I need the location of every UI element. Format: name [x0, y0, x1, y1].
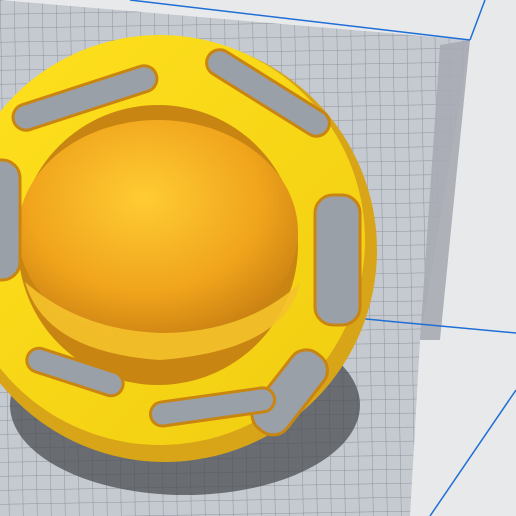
slot-7 [0, 158, 22, 282]
slot-3 [313, 193, 362, 327]
build-plate-scene[interactable] [0, 0, 516, 516]
3d-viewport[interactable] [0, 0, 516, 516]
